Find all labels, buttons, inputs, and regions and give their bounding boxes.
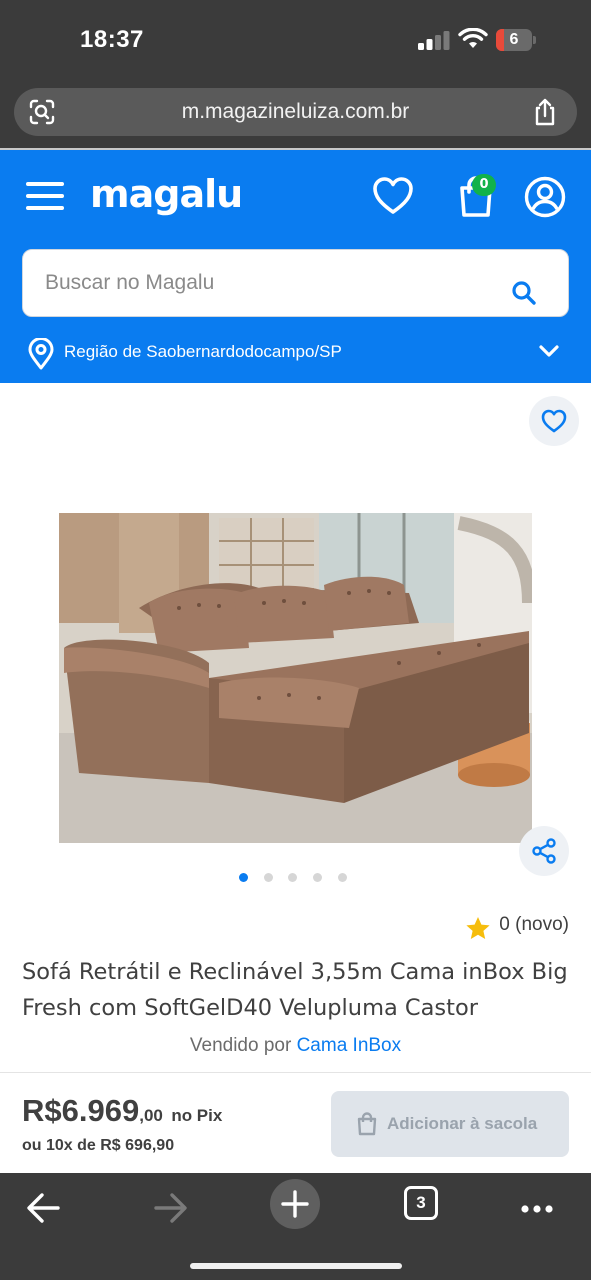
search-input[interactable] bbox=[45, 250, 485, 316]
gallery-pagination bbox=[239, 872, 359, 884]
gallery-dot[interactable] bbox=[239, 873, 248, 882]
cart-count-badge[interactable]: 0 bbox=[472, 174, 496, 196]
site-header: magalu 0 Região de Saobernardodocampo/SP bbox=[0, 150, 591, 383]
product-title: Sofá Retrátil e Reclinável 3,55m Cama in… bbox=[22, 959, 568, 1021]
add-to-bag-button[interactable]: Adicionar à sacola bbox=[331, 1091, 569, 1157]
cellular-signal-icon bbox=[418, 31, 450, 50]
gallery-dot[interactable] bbox=[337, 873, 347, 882]
status-bar: 18:37 6 bbox=[0, 0, 591, 80]
forward-arrow-icon[interactable] bbox=[142, 1179, 198, 1235]
buy-bar: R$6.969,00 no Pix ou 10x de R$ 696,90 Ad… bbox=[0, 1072, 591, 1173]
price-cents: ,00 bbox=[139, 1106, 163, 1125]
lens-scan-icon[interactable] bbox=[28, 98, 56, 126]
user-account-icon[interactable] bbox=[524, 176, 566, 218]
search-icon[interactable] bbox=[511, 280, 537, 306]
gallery-dot[interactable] bbox=[263, 873, 273, 882]
wifi-icon bbox=[458, 28, 488, 48]
favorite-button[interactable] bbox=[529, 396, 579, 446]
add-to-bag-label: Adicionar à sacola bbox=[387, 1114, 538, 1133]
installments-text: ou 10x de R$ 696,90 bbox=[22, 1137, 175, 1154]
gallery-dot[interactable] bbox=[288, 873, 298, 882]
share-product-button[interactable] bbox=[519, 826, 569, 876]
star-icon bbox=[466, 917, 490, 939]
hamburger-menu-icon[interactable] bbox=[26, 182, 66, 212]
more-options-icon[interactable] bbox=[510, 1179, 566, 1235]
share-nodes-icon bbox=[532, 838, 556, 864]
wishlist-heart-icon[interactable] bbox=[372, 176, 414, 216]
battery-level: 6 bbox=[509, 31, 519, 48]
bag-icon bbox=[357, 1112, 377, 1136]
url-bar[interactable]: m.magazineluiza.com.br bbox=[14, 88, 577, 136]
seller-prefix: Vendido por bbox=[189, 1035, 292, 1056]
status-time: 18:37 bbox=[80, 26, 144, 53]
home-indicator bbox=[190, 1263, 402, 1269]
seller-info: Vendido por Cama InBox bbox=[0, 1035, 591, 1057]
delivery-region-selector[interactable]: Região de Saobernardodocampo/SP bbox=[24, 336, 567, 372]
gallery-dot[interactable] bbox=[313, 873, 323, 882]
chevron-down-icon[interactable] bbox=[538, 344, 560, 360]
back-arrow-icon[interactable] bbox=[16, 1179, 72, 1235]
product-image-sofa[interactable] bbox=[59, 513, 532, 843]
new-tab-button[interactable] bbox=[270, 1179, 320, 1229]
seller-link[interactable]: Cama InBox bbox=[297, 1035, 402, 1056]
rating-text[interactable]: 0 (novo) bbox=[499, 914, 569, 935]
battery-icon: 6 bbox=[496, 29, 536, 51]
region-label[interactable]: Região de Saobernardodocampo/SP bbox=[64, 342, 342, 362]
price-payment-method: no Pix bbox=[171, 1106, 223, 1125]
price-integer: R$6.969 bbox=[22, 1093, 140, 1128]
price: R$6.969,00 no Pix bbox=[22, 1093, 222, 1129]
browser-address-bar: m.magazineluiza.com.br bbox=[0, 80, 591, 150]
plus-icon bbox=[281, 1190, 309, 1218]
search-bar[interactable] bbox=[22, 249, 569, 317]
url-text[interactable]: m.magazineluiza.com.br bbox=[74, 88, 517, 136]
browser-toolbar: 3 bbox=[0, 1173, 591, 1280]
share-icon[interactable] bbox=[530, 97, 560, 127]
location-pin-icon bbox=[28, 338, 54, 370]
tabs-count-button[interactable]: 3 bbox=[404, 1186, 438, 1220]
product-rating[interactable]: 0 (novo) bbox=[466, 914, 569, 942]
magalu-logo[interactable]: magalu bbox=[90, 172, 243, 216]
heart-icon bbox=[541, 409, 567, 433]
